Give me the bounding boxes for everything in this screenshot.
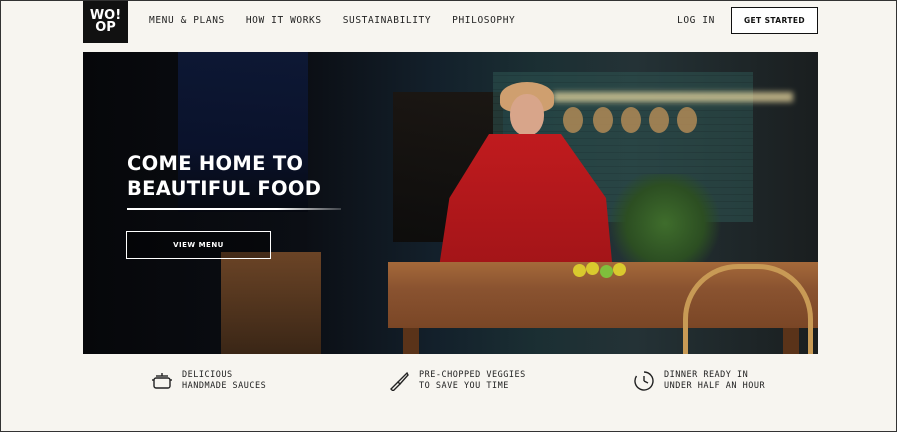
get-started-button[interactable]: GET STARTED bbox=[731, 7, 818, 34]
lemons-bowl bbox=[568, 262, 638, 282]
hero-image bbox=[83, 52, 818, 354]
feature-veggies: PRE-CHOPPED VEGGIES TO SAVE YOU TIME bbox=[388, 370, 526, 392]
woman-face bbox=[510, 94, 544, 136]
feature-dinner: DINNER READY IN UNDER HALF AN HOUR bbox=[633, 370, 765, 392]
hero-title: COME HOME TO BEAUTIFUL FOOD bbox=[127, 152, 322, 200]
logo-line-2: OP bbox=[95, 20, 116, 35]
side-table bbox=[221, 252, 321, 354]
pot-icon bbox=[151, 370, 173, 392]
bentwood-chair bbox=[683, 264, 813, 354]
hanging-pots bbox=[563, 107, 723, 147]
knife-icon bbox=[388, 370, 410, 392]
table-leg bbox=[403, 328, 419, 354]
woop-logo[interactable]: WO! OP bbox=[83, 1, 128, 43]
nav-how-it-works[interactable]: HOW IT WORKS bbox=[246, 15, 322, 26]
nav-menu-plans[interactable]: MENU & PLANS bbox=[149, 15, 225, 26]
clock-icon bbox=[633, 370, 655, 392]
feature-text: DINNER READY IN UNDER HALF AN HOUR bbox=[664, 370, 766, 391]
nav-philosophy[interactable]: PHILOSOPHY bbox=[452, 15, 515, 26]
view-menu-button[interactable]: VIEW MENU bbox=[126, 231, 271, 259]
feature-text: PRE-CHOPPED VEGGIES TO SAVE YOU TIME bbox=[419, 370, 526, 391]
flower-arrangement bbox=[605, 174, 725, 264]
feature-sauces: DELICIOUS HANDMADE SAUCES bbox=[151, 370, 266, 392]
feature-text: DELICIOUS HANDMADE SAUCES bbox=[182, 370, 267, 391]
main-nav: MENU & PLANS HOW IT WORKS SUSTAINABILITY… bbox=[149, 15, 536, 26]
login-link[interactable]: LOG IN bbox=[677, 15, 715, 26]
nav-sustainability[interactable]: SUSTAINABILITY bbox=[343, 15, 431, 26]
hero-divider bbox=[127, 208, 341, 210]
lamp-glow bbox=[553, 92, 793, 102]
